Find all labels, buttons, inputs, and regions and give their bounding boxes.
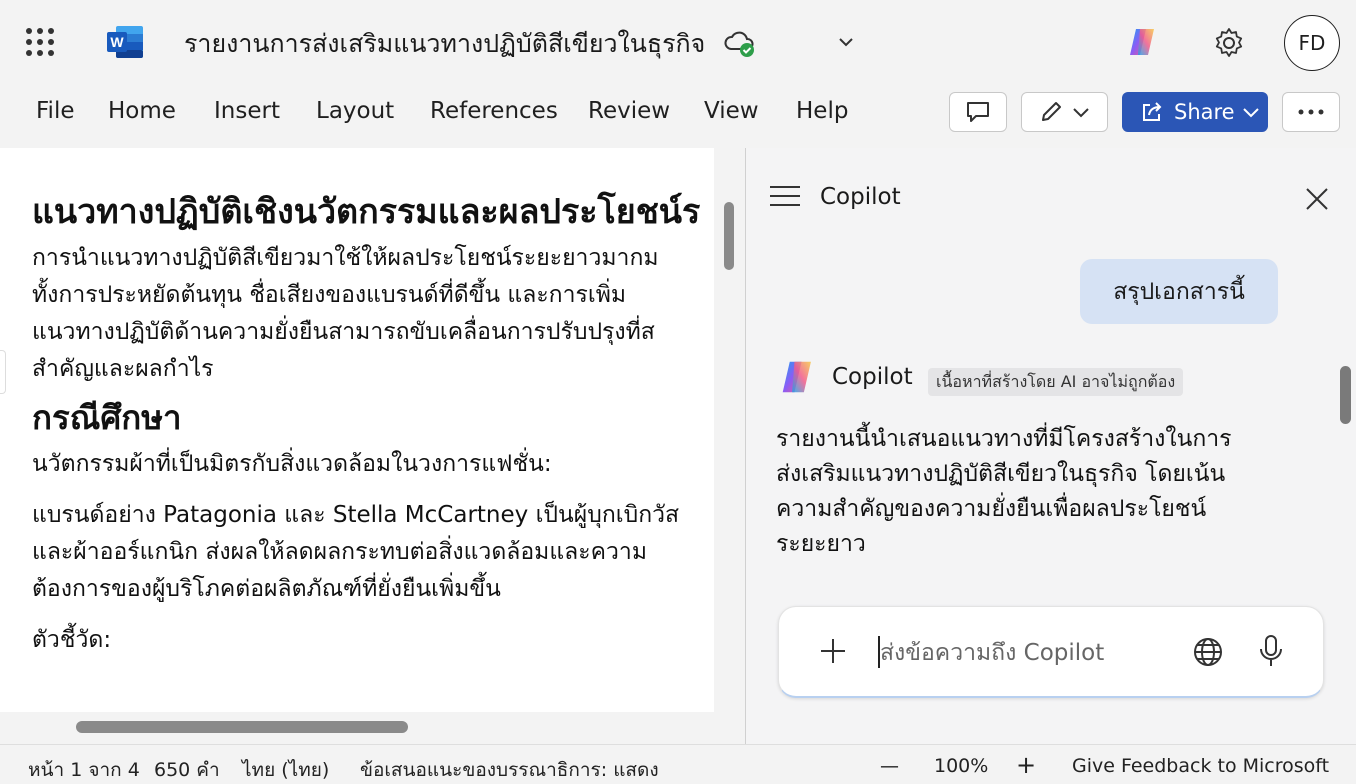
response-line: ส่งเสริมแนวทางปฏิบัติสีเขียวในธุรกิจ โดย…	[776, 461, 1226, 487]
paragraph-line: แบรนด์อย่าง Patagonia และ Stella McCartn…	[32, 502, 680, 528]
zoom-level[interactable]: 100%	[934, 755, 988, 777]
chevron-down-icon	[1242, 108, 1259, 118]
tab-home[interactable]: Home	[108, 98, 176, 124]
page-indicator[interactable]: หน้า 1 จาก 4	[28, 755, 140, 784]
tab-help[interactable]: Help	[796, 98, 848, 124]
paragraph-line: ต้องการของผู้บริโภคต่อผลิตภัณฑ์ที่ยั่งยื…	[32, 576, 501, 602]
copilot-message-input[interactable]	[880, 636, 1170, 670]
tab-layout[interactable]: Layout	[316, 98, 394, 124]
paragraph-line: สำคัญและผลกำไร	[32, 356, 214, 382]
tab-insert[interactable]: Insert	[214, 98, 280, 124]
more-options-button[interactable]	[1282, 92, 1340, 132]
paragraph-line: แนวทางปฏิบัติด้านความยั่งยืนสามารถขับเคล…	[32, 319, 655, 345]
paragraph-line: และผ้าออร์แกนิก ส่งผลให้ลดผลกระทบต่อสิ่ง…	[32, 539, 647, 565]
avatar[interactable]: FD	[1284, 15, 1340, 71]
editing-mode-button[interactable]	[1021, 92, 1108, 132]
paragraph-line: นวัตกรรมผ้าที่เป็นมิตรกับสิ่งแวดล้อมในวง…	[32, 451, 552, 477]
copilot-pane-title: Copilot	[820, 184, 901, 210]
response-line: รายงานนี้นำเสนอแนวทางที่มีโครงสร้างในการ	[776, 426, 1232, 452]
copilot-icon[interactable]	[1126, 26, 1160, 58]
comment-icon	[967, 102, 989, 122]
user-message-bubble: สรุปเอกสารนี้	[1080, 259, 1278, 324]
comments-button[interactable]	[949, 92, 1007, 132]
zoom-in-button[interactable]: +	[1016, 751, 1036, 779]
document-title[interactable]: รายงานการส่งเสริมแนวทางปฏิบัติสีเขียวในธ…	[184, 24, 705, 64]
document-vertical-scrollbar[interactable]	[724, 202, 734, 270]
document-heading-1: แนวทางปฏิบัติเชิงนวัตกรรมและผลประโยชน์ร	[32, 192, 701, 232]
word-count[interactable]: 650 คำ	[154, 755, 220, 784]
language-indicator[interactable]: ไทย (ไทย)	[242, 755, 329, 784]
editor-suggestions[interactable]: ข้อเสนอแนะของบรรณาธิการ: แสดง	[360, 755, 659, 784]
pencil-icon	[1041, 102, 1061, 121]
response-line: ระยะยาว	[776, 531, 866, 557]
tab-review[interactable]: Review	[588, 98, 670, 124]
chevron-down-icon[interactable]	[836, 33, 856, 51]
paragraph-line: ทั้งการประหยัดต้นทุน ชื่อเสียงของแบรนด์ท…	[32, 282, 627, 308]
menu-icon[interactable]	[770, 186, 800, 208]
tab-view[interactable]: View	[704, 98, 759, 124]
copilot-scrollbar[interactable]	[1340, 366, 1351, 424]
chevron-down-icon	[1072, 108, 1089, 118]
globe-icon[interactable]	[1192, 636, 1224, 668]
side-panel-handle[interactable]	[0, 350, 6, 394]
word-logo-icon: W	[107, 26, 143, 58]
document-heading-2: กรณีศึกษา	[32, 398, 182, 437]
assistant-response: รายงานนี้นำเสนอแนวทางที่มีโครงสร้างในการ…	[776, 422, 1296, 562]
gear-icon[interactable]	[1212, 26, 1246, 60]
tab-references[interactable]: References	[430, 98, 558, 124]
assistant-name: Copilot	[832, 364, 913, 390]
paragraph-line: การนำแนวทางปฏิบัติสีเขียวมาใช้ให้ผลประโย…	[32, 245, 659, 271]
add-icon[interactable]	[818, 636, 848, 666]
feedback-link[interactable]: Give Feedback to Microsoft	[1072, 755, 1329, 777]
paragraph-line: ตัวชี้วัด:	[32, 627, 112, 653]
cloud-saved-icon[interactable]	[724, 29, 756, 59]
document-horizontal-scrollbar[interactable]	[76, 721, 408, 733]
more-icon	[1298, 109, 1324, 115]
share-label: Share	[1174, 100, 1235, 124]
close-icon[interactable]	[1302, 184, 1332, 214]
svg-text:W: W	[110, 34, 124, 50]
microphone-icon[interactable]	[1258, 634, 1284, 668]
document-canvas[interactable]: แนวทางปฏิบัติเชิงนวัตกรรมและผลประโยชน์ร …	[0, 148, 714, 712]
ai-disclaimer-badge: เนื้อหาที่สร้างโดย AI อาจไม่ถูกต้อง	[928, 368, 1184, 396]
share-button[interactable]: Share	[1122, 92, 1268, 132]
tab-file[interactable]: File	[36, 98, 75, 124]
copilot-icon	[782, 361, 811, 393]
share-icon	[1143, 102, 1162, 121]
zoom-out-button[interactable]: —	[880, 755, 899, 777]
response-line: ความสำคัญของความยั่งยืนเพื่อผลประโยชน์	[776, 496, 1207, 522]
app-launcher-icon[interactable]	[26, 28, 54, 56]
